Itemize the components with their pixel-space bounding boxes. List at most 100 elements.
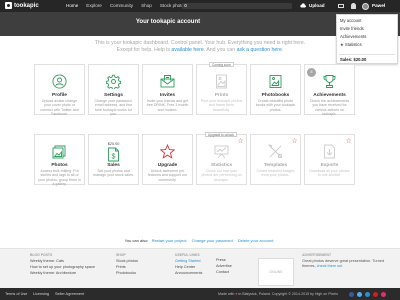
intro-prefix: Except for help. Help is [116, 47, 172, 53]
nav-item-explore[interactable]: Explore [86, 3, 102, 8]
ad-image-label: ONLINE [269, 270, 283, 274]
dashboard-card-templates[interactable]: Templates Create beautiful images from y… [250, 134, 301, 185]
bell-icon[interactable] [351, 3, 356, 9]
ad-link[interactable]: check them out [317, 264, 343, 268]
card-title: Sales [107, 163, 120, 168]
dashboard-card-exports[interactable]: Exports Download all your photos in one … [304, 134, 355, 185]
profile-icon [52, 74, 67, 89]
footer-link[interactable]: Contact [216, 270, 232, 276]
dashboard-card-settings[interactable]: Settings Change your password, email add… [88, 64, 139, 116]
ask-question-link[interactable]: ask a question here [237, 47, 282, 53]
avatar[interactable] [362, 2, 369, 10]
dollar-file-icon: $ [108, 147, 119, 162]
card-description: Change your password, email address, and… [94, 99, 133, 116]
card-description: Upload avatar change your cover photo or… [40, 99, 79, 116]
dashboard-card-sales[interactable]: $20.00 $ Sales Sell your photos and mana… [88, 134, 139, 185]
dashboard-card-prints[interactable]: Coming soon Prints Print your tookapic p… [196, 62, 247, 115]
card-description: Check out how your photos are performing… [201, 169, 242, 182]
also-prefix: You can also: [124, 238, 149, 243]
dashboard-card-photobooks[interactable]: Photobooks Create beautiful photo books … [250, 64, 301, 115]
dashboard-card-upgrade[interactable]: Upgrade Unlock awesome pro features and … [142, 134, 193, 185]
card-description: Check the achievements you have received… [309, 99, 350, 116]
seller-agreement-link[interactable]: Seller Agreement [55, 292, 84, 296]
facebook-icon[interactable] [349, 291, 354, 297]
dashboard-card-statistics[interactable]: Upgrade to unlock Statistics Check out h… [196, 132, 247, 185]
prints-icon [216, 74, 227, 89]
star-icon [160, 144, 175, 159]
terms-link[interactable]: Terms of Use [5, 292, 27, 296]
nav-item-home[interactable]: Home [66, 3, 78, 8]
footer-useful-column: USEFUL LINKS Getting Started Help Center… [175, 253, 202, 276]
user-menu-toggle[interactable]: Paweł [372, 3, 385, 8]
card-title: Exports [320, 163, 339, 168]
menu-item-achievements[interactable]: Achievements [340, 34, 366, 39]
intro-text: This is your tookapic dashboard. Control… [70, 40, 330, 54]
mail-icon[interactable] [338, 3, 344, 8]
tookapic-logo[interactable]: tookapic [5, 2, 39, 9]
intro-line-1: This is your tookapic dashboard. Control… [94, 40, 306, 46]
card-description: Unlock awesome pro features and support … [147, 169, 188, 182]
licensing-link[interactable]: Licensing [33, 292, 49, 296]
upload-button[interactable]: Upload [309, 3, 325, 8]
page-title: Your tookapic account [135, 19, 201, 25]
card-title: Photos [51, 163, 68, 168]
card-title: Statistics [210, 163, 233, 168]
card-description: Download all your photos in one archive. [309, 169, 350, 178]
tumblr-icon[interactable] [365, 291, 370, 297]
card-title: Settings [104, 93, 123, 98]
menu-item-sales[interactable]: Sales: $20.00 [340, 57, 366, 62]
sales-amount: $20.00 [107, 142, 120, 146]
footer-heading: USEFUL LINKS [175, 253, 200, 257]
logo-text: tookapic [14, 2, 39, 9]
dashboard-card-profile[interactable]: Profile Upload avatar change your cover … [34, 64, 85, 116]
footer-heading: SHOP [116, 253, 126, 257]
intro-suffix: . [281, 47, 284, 53]
also-actions: You can also: Restart your project Chang… [0, 238, 400, 243]
search-icon [184, 4, 187, 7]
menu-item-invite-friends[interactable]: Invite friends [340, 26, 364, 31]
gear-icon [106, 74, 121, 89]
intro-line-2: Except for help. Help is available here.… [70, 47, 330, 54]
advertisement-image[interactable]: ONLINE [258, 258, 294, 286]
help-link[interactable]: available here [171, 47, 203, 53]
cloud-upload-icon[interactable] [300, 3, 306, 8]
footer-heading: BLOG POSTS [30, 253, 53, 257]
advertisement-text: Great photos deserve great presentation.… [302, 259, 396, 269]
menu-item-my-account[interactable]: My account [340, 18, 361, 23]
card-title: Profile [52, 93, 67, 98]
card-description: Create beautiful photo books with your t… [255, 99, 296, 112]
instagram-icon[interactable] [381, 291, 386, 297]
nav-item-community[interactable]: Community [110, 3, 133, 8]
menu-item-statistics[interactable]: ★ Statistics [340, 42, 362, 47]
delete-account-link[interactable]: Delete your account [238, 238, 274, 243]
card-title: Achievements [313, 93, 346, 98]
card-description: Sell your photos and manage your stock s… [93, 169, 134, 178]
footer-link[interactable]: Getting Started [175, 259, 202, 265]
change-password-link[interactable]: Change your password [192, 238, 233, 243]
footer-link[interactable]: Weekly theme: Architecture [30, 271, 95, 277]
export-download-icon [324, 144, 335, 159]
search-input[interactable] [182, 3, 292, 9]
footer-link[interactable]: How to set up your photography space [30, 265, 95, 271]
dashboard-card-achievements[interactable]: 8 Achievements Check the achievements yo… [304, 64, 355, 116]
footer-link[interactable]: Photobooks [116, 271, 138, 277]
pinterest-icon[interactable] [373, 291, 378, 297]
bottom-bar: Terms of Use Licensing Seller Agreement … [0, 288, 400, 300]
menu-item-statistics-label: Statistics [344, 42, 362, 47]
templates-tools-icon [268, 144, 282, 158]
dashboard-card-photos[interactable]: Photos Access bulk editing. Put stories … [34, 134, 85, 186]
menu-divider [339, 54, 395, 55]
card-description: Create beautiful images from your photos… [256, 169, 295, 178]
footer-link[interactable]: Announcements [175, 271, 202, 277]
nav-item-shop[interactable]: Shop [141, 3, 152, 8]
card-title: Prints [214, 93, 229, 98]
footer: BLOG POSTS Weekly theme: Cats How to set… [0, 248, 400, 288]
invite-envelope-icon [160, 75, 175, 88]
footer-link[interactable]: Stock photos [116, 259, 138, 265]
pro-star-icon [238, 138, 243, 143]
twitter-icon[interactable] [357, 291, 362, 297]
top-navigation-bar: tookapic Home Explore Community Shop Sto… [0, 0, 400, 12]
dashboard-card-invites[interactable]: Invites Invite your friends and get free… [142, 64, 193, 115]
copyright-text: Made with ♥ in Białystok, Poland. Copyri… [218, 292, 338, 296]
restart-project-link[interactable]: Restart your project [152, 238, 187, 243]
